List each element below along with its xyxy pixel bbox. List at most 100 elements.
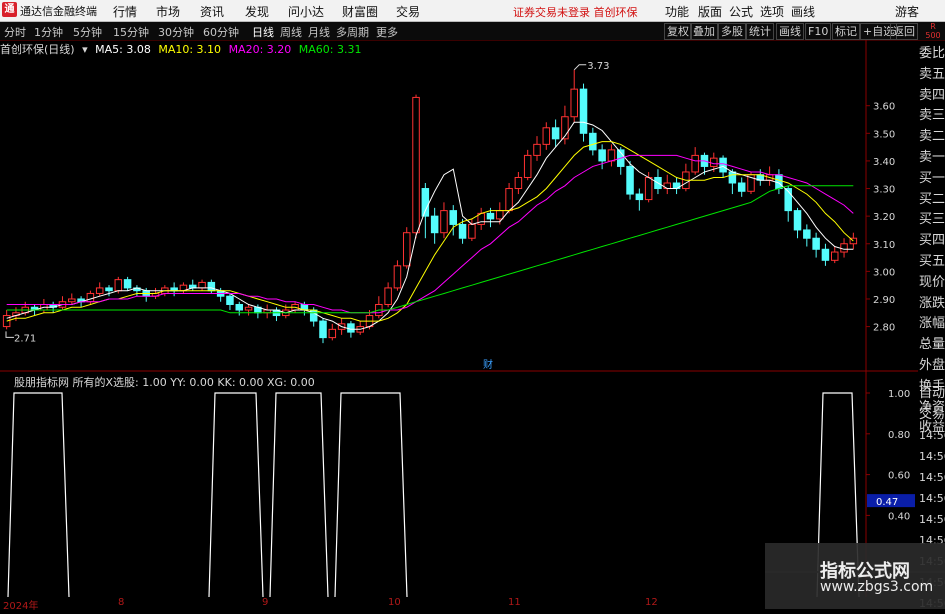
- period-tab-1min[interactable]: 1分钟: [34, 24, 63, 40]
- menu-news[interactable]: 资讯: [200, 3, 224, 20]
- candle-body: [514, 176, 523, 190]
- candle-body: [812, 237, 820, 250]
- badge-top: R: [930, 22, 936, 31]
- date-axis-label: 8: [118, 597, 125, 608]
- statistics-button[interactable]: 统计: [746, 23, 774, 40]
- candle-body: [114, 279, 123, 292]
- tick-time: 14:56: [919, 429, 945, 442]
- trade-tab[interactable]: 交易: [918, 404, 945, 425]
- badge-bottom: 500: [925, 31, 941, 40]
- ma60-label: MA60: 3.31: [298, 43, 362, 56]
- candle-body: [579, 88, 588, 134]
- menu-functions[interactable]: 功能: [665, 3, 689, 20]
- date-axis-label: 2024年: [3, 601, 39, 612]
- price-axis-label: 3.50: [873, 129, 895, 140]
- candle-body: [737, 182, 746, 192]
- period-tab-weekly[interactable]: 周线: [280, 24, 302, 40]
- candle-body: [803, 229, 811, 239]
- quote-sidebar: 委比 卖五 卖四 卖三 卖二 卖一 买一 买二 买三 买四 买五 现价 涨跌 涨幅 总量 外盘 换手 净资 收益: [918, 44, 945, 435]
- restore-rights-button[interactable]: 复权: [664, 23, 692, 40]
- candle-body: [430, 215, 439, 234]
- candle-body: [384, 287, 392, 305]
- menu-options[interactable]: 选项: [760, 3, 784, 20]
- menu-market[interactable]: 市场: [156, 3, 180, 20]
- candle-body: [468, 223, 476, 239]
- candle-body: [635, 193, 644, 201]
- candle-body: [319, 320, 327, 339]
- candle-body: [570, 88, 578, 118]
- candle-body: [775, 174, 783, 190]
- menu-assistant[interactable]: 问小达: [288, 3, 324, 20]
- candle-body: [551, 127, 560, 140]
- ma-info-bar: 首创环保(日线) ▾ MA5: 3.08 MA10: 3.10 MA20: 3.…: [0, 41, 366, 57]
- candle-body: [496, 210, 504, 220]
- quote-field-label: 涨幅: [919, 316, 945, 332]
- quote-field-label: 买一: [919, 170, 945, 186]
- candle-body: [412, 96, 420, 234]
- menu-trade[interactable]: 交易: [396, 3, 420, 20]
- price-chart[interactable]: 3.60 3.50 3.40 3.30 3.20 3.10 3.00 2.90 2.80 3.73…: [0, 40, 918, 372]
- app-logo-icon: 通: [2, 2, 17, 17]
- indicator-name: 股朋指标网: [14, 376, 69, 389]
- price-axis-label: 3.40: [873, 157, 895, 168]
- date-axis-label: 9: [262, 597, 269, 608]
- candle-body: [458, 223, 467, 239]
- candle-body: [589, 132, 597, 151]
- ind-axis-label: 0.60: [888, 471, 910, 482]
- candle-body: [598, 149, 606, 162]
- back-button[interactable]: 返回: [890, 23, 918, 40]
- period-tab-60min[interactable]: 60分钟: [203, 24, 239, 40]
- indicator-info-bar: 股朋指标网 所有的X选股: 1.00 YY: 0.00 KK: 0.00 XG:…: [14, 374, 315, 390]
- candle-body: [207, 281, 216, 292]
- user-guest[interactable]: 游客: [895, 3, 919, 20]
- ma5-line: [6, 121, 854, 330]
- menu-layout[interactable]: 版面: [698, 3, 722, 20]
- dropdown-icon[interactable]: ▾: [82, 43, 88, 56]
- candle-body: [235, 303, 244, 311]
- candle-body: [523, 154, 532, 178]
- candle-body: [644, 176, 653, 201]
- period-tab-15min[interactable]: 15分钟: [113, 24, 149, 40]
- candle-body: [226, 295, 234, 305]
- period-tab-more[interactable]: 更多: [376, 24, 398, 40]
- candle-body: [440, 210, 448, 234]
- trade-tab[interactable]: 自动: [918, 383, 945, 404]
- quote-field-label: 买五: [919, 253, 945, 269]
- quote-field-label: 买四: [919, 233, 945, 249]
- quote-field-label: 总量: [919, 337, 945, 353]
- price-axis-label: 3.60: [873, 102, 895, 113]
- menu-formula[interactable]: 公式: [729, 3, 753, 20]
- overlay-button[interactable]: 叠加: [690, 23, 718, 40]
- period-tab-multi[interactable]: 多周期: [336, 24, 369, 40]
- candle-body: [830, 251, 839, 261]
- candle-body: [393, 265, 402, 289]
- period-tab-daily[interactable]: 日线: [252, 24, 274, 40]
- mark-button[interactable]: 标记: [832, 23, 860, 40]
- quote-field-label: 卖四: [919, 87, 945, 103]
- candle-body: [347, 323, 355, 333]
- f10-button[interactable]: F10: [805, 23, 832, 40]
- period-tab-30min[interactable]: 30分钟: [158, 24, 194, 40]
- candle-body: [728, 171, 737, 184]
- low-label: 2.71: [14, 333, 36, 344]
- draw-line-button[interactable]: 画线: [776, 23, 804, 40]
- quote-field-label: 涨跌: [919, 295, 945, 311]
- quote-field-label: 卖一: [919, 149, 945, 165]
- candle-body: [486, 212, 495, 220]
- quote-field-label: 买三: [919, 212, 945, 228]
- multi-stock-button[interactable]: 多股: [718, 23, 746, 40]
- app-name: 通达信金融终端: [20, 5, 97, 18]
- candle-body: [402, 232, 411, 267]
- period-tab-intraday[interactable]: 分时: [4, 24, 26, 40]
- ind-axis-label: 0.80: [888, 430, 910, 441]
- menu-quotes[interactable]: 行情: [113, 3, 137, 20]
- login-warning[interactable]: 证券交易未登录 首创环保: [513, 4, 638, 20]
- menu-wealth-circle[interactable]: 财富圈: [342, 3, 378, 20]
- price-axis-label: 2.90: [873, 295, 895, 306]
- menu-drawing[interactable]: 画线: [791, 3, 815, 20]
- tick-time: 14:56: [919, 513, 945, 526]
- candle-body: [449, 210, 458, 225]
- menu-discover[interactable]: 发现: [245, 3, 269, 20]
- period-tab-monthly[interactable]: 月线: [308, 24, 330, 40]
- period-tab-5min[interactable]: 5分钟: [73, 24, 102, 40]
